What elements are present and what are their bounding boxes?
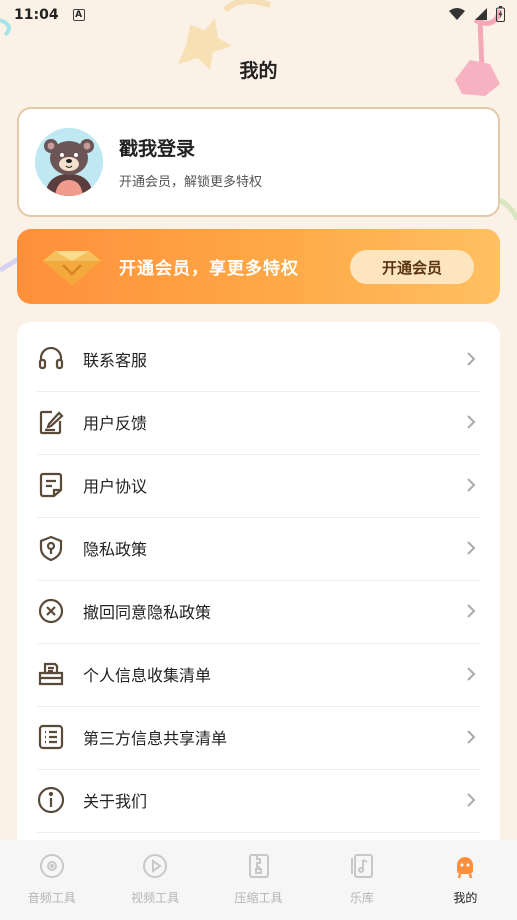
chevron-right-icon xyxy=(467,793,476,808)
wifi-icon xyxy=(449,8,465,20)
nav-label: 压缩工具 xyxy=(234,891,283,905)
privacy-shield-icon xyxy=(37,534,65,562)
login-profile-card[interactable]: 戳我登录 开通会员，解锁更多特权 xyxy=(17,107,500,217)
nav-compress-tool[interactable]: 压缩工具 xyxy=(207,840,310,920)
login-title[interactable]: 戳我登录 xyxy=(119,134,262,161)
settings-menu: 联系客服 用户反馈 用户协议 隐私政策 撤回同意隐私政策 个人信息收集清单 第三… xyxy=(17,322,500,882)
login-subtitle: 开通会员，解锁更多特权 xyxy=(119,175,263,190)
menu-item-label: 用户协议 xyxy=(83,477,148,497)
menu-item-label: 用户反馈 xyxy=(83,414,148,434)
mine-icon xyxy=(457,857,474,879)
revoke-x-circle-icon xyxy=(37,597,65,625)
music-library-icon xyxy=(350,854,373,878)
menu-item-feedback[interactable]: 用户反馈 xyxy=(37,391,480,454)
nav-label: 视频工具 xyxy=(131,891,180,905)
feedback-edit-icon xyxy=(37,408,65,436)
menu-item-label: 第三方信息共享清单 xyxy=(83,729,228,749)
menu-item-about-us[interactable]: 关于我们 xyxy=(37,769,480,832)
bear-avatar-icon xyxy=(35,128,103,196)
chevron-right-icon xyxy=(467,352,476,367)
vip-banner-text: 开通会员，享更多特权 xyxy=(119,259,299,279)
agreement-document-icon xyxy=(37,471,65,499)
personal-info-collection-icon xyxy=(37,660,65,688)
third-party-list-icon xyxy=(37,723,65,751)
nav-video-tool[interactable]: 视频工具 xyxy=(103,840,206,920)
nav-music-library[interactable]: 乐库 xyxy=(310,840,413,920)
vip-banner[interactable]: 开通会员，享更多特权 开通会员 xyxy=(17,229,500,304)
chevron-right-icon xyxy=(467,541,476,556)
menu-item-label: 联系客服 xyxy=(83,351,148,371)
menu-item-privacy-policy[interactable]: 隐私政策 xyxy=(37,517,480,580)
menu-item-label: 撤回同意隐私政策 xyxy=(83,603,212,623)
bottom-navigation: 音频工具 视频工具 压缩工具 乐库 我的 xyxy=(0,840,517,920)
avatar xyxy=(35,128,103,196)
page-title: 我的 xyxy=(239,60,278,82)
menu-item-contact-service[interactable]: 联系客服 xyxy=(37,328,480,391)
status-notification-badge: A xyxy=(72,9,85,21)
chevron-right-icon xyxy=(467,478,476,493)
menu-item-label: 个人信息收集清单 xyxy=(83,666,212,686)
open-vip-button[interactable]: 开通会员 xyxy=(350,250,474,284)
diamond-icon xyxy=(43,250,101,285)
audio-tool-icon xyxy=(39,854,64,878)
nav-mine[interactable]: 我的 xyxy=(414,840,517,920)
info-circle-icon xyxy=(37,786,65,814)
chevron-right-icon xyxy=(467,730,476,745)
signal-icon xyxy=(475,8,487,20)
nav-label: 音频工具 xyxy=(27,891,76,905)
menu-item-personal-info-collection[interactable]: 个人信息收集清单 xyxy=(37,643,480,706)
chevron-right-icon xyxy=(467,415,476,430)
status-time: 11:04 xyxy=(14,7,59,23)
video-tool-icon xyxy=(143,854,168,878)
chevron-right-icon xyxy=(467,667,476,682)
chevron-right-icon xyxy=(467,604,476,619)
menu-item-third-party-sharing[interactable]: 第三方信息共享清单 xyxy=(37,706,480,769)
menu-item-user-agreement[interactable]: 用户协议 xyxy=(37,454,480,517)
nav-label: 我的 xyxy=(453,891,478,905)
headset-icon xyxy=(37,345,65,373)
nav-audio-tool[interactable]: 音频工具 xyxy=(0,840,103,920)
battery-icon xyxy=(496,6,505,22)
profile-text: 戳我登录 开通会员，解锁更多特权 xyxy=(119,134,262,190)
nav-label: 乐库 xyxy=(349,891,374,905)
compress-tool-icon xyxy=(248,854,269,878)
status-bar: 11:04 A xyxy=(0,0,517,30)
divider xyxy=(37,831,480,833)
status-indicators xyxy=(448,6,505,22)
menu-item-label: 关于我们 xyxy=(83,792,148,812)
menu-item-label: 隐私政策 xyxy=(83,540,148,560)
menu-item-revoke-privacy-consent[interactable]: 撤回同意隐私政策 xyxy=(37,580,480,643)
